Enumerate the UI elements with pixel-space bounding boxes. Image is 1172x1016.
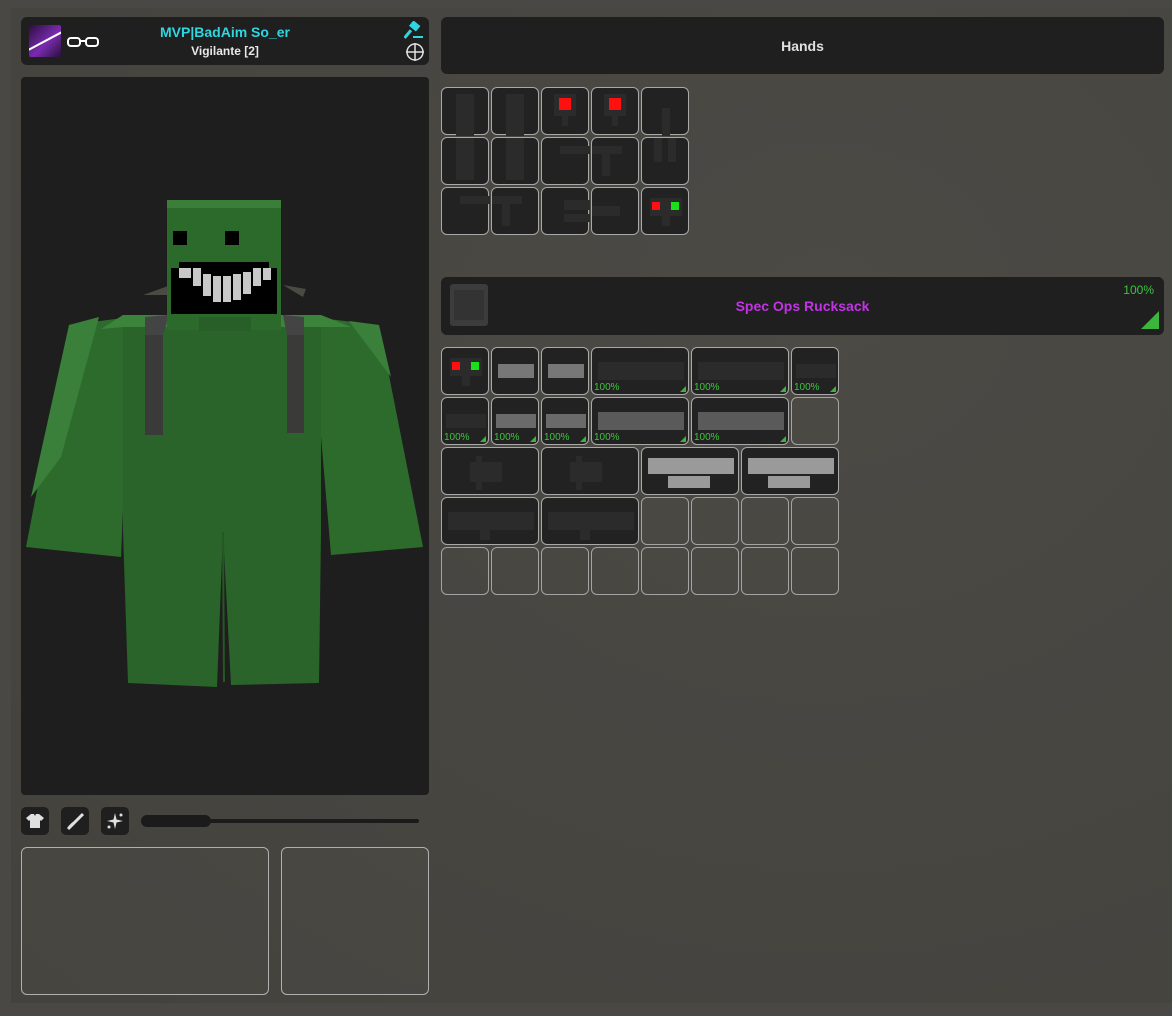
backpack-slot[interactable] bbox=[441, 347, 489, 395]
weapons-button[interactable] bbox=[61, 807, 89, 835]
backpack-slot-empty[interactable] bbox=[641, 497, 689, 545]
hands-label: Hands bbox=[781, 38, 824, 54]
backpack-slot[interactable]: 100% bbox=[541, 397, 589, 445]
backpack-slot-empty[interactable] bbox=[741, 497, 789, 545]
storage-box-right[interactable] bbox=[281, 847, 429, 995]
durability-label: 100% bbox=[694, 382, 720, 393]
backpack-slot-empty[interactable] bbox=[691, 547, 739, 595]
backpack-slot[interactable] bbox=[491, 347, 539, 395]
backpack-slot-empty[interactable] bbox=[441, 547, 489, 595]
backpack-slot[interactable]: 100% bbox=[791, 347, 839, 395]
backpack-durability: 100% bbox=[1123, 283, 1154, 297]
durability-label: 100% bbox=[794, 382, 820, 393]
radio-slot[interactable] bbox=[641, 187, 689, 235]
hands-slot[interactable] bbox=[491, 137, 539, 185]
hands-slot[interactable] bbox=[641, 87, 689, 136]
backpack-slot-empty[interactable] bbox=[591, 547, 639, 595]
backpack-slot[interactable] bbox=[441, 447, 539, 495]
hands-slot[interactable] bbox=[541, 87, 589, 135]
durability-label: 100% bbox=[444, 432, 470, 443]
hands-slot[interactable] bbox=[591, 187, 639, 235]
backpack-slot[interactable]: 100% bbox=[591, 347, 689, 395]
backpack-slot-empty[interactable] bbox=[691, 497, 739, 545]
backpack-slot[interactable]: 100% bbox=[591, 397, 689, 445]
backpack-slot-empty[interactable] bbox=[791, 547, 839, 595]
effects-button[interactable] bbox=[101, 807, 129, 835]
durability-indicator bbox=[1141, 311, 1159, 329]
backpack-slot-empty[interactable] bbox=[541, 547, 589, 595]
backpack-slot-empty[interactable] bbox=[791, 497, 839, 545]
zoom-slider-handle[interactable] bbox=[141, 815, 211, 827]
zoom-slider[interactable] bbox=[141, 815, 419, 827]
hands-slot[interactable] bbox=[541, 137, 590, 185]
backpack-slot-empty[interactable] bbox=[741, 547, 789, 595]
backpack-slot[interactable]: 100% bbox=[691, 347, 789, 395]
backpack-name: Spec Ops Rucksack bbox=[735, 298, 870, 314]
backpack-slot[interactable] bbox=[741, 447, 839, 495]
durability-label: 100% bbox=[594, 432, 620, 443]
sparkle-icon bbox=[107, 813, 123, 829]
hands-slot[interactable] bbox=[541, 187, 590, 235]
backpack-slot[interactable] bbox=[541, 497, 639, 545]
rifle-icon bbox=[66, 812, 85, 831]
hands-panel: Hands bbox=[441, 17, 1164, 74]
durability-label: 100% bbox=[594, 382, 620, 393]
hammer-icon[interactable] bbox=[404, 21, 424, 39]
crosshair-icon[interactable] bbox=[405, 42, 425, 62]
backpack-slot-empty[interactable] bbox=[791, 397, 839, 445]
clothing-button[interactable] bbox=[21, 807, 49, 835]
storage-box-left[interactable] bbox=[21, 847, 269, 995]
player-rank: Vigilante [2] bbox=[191, 44, 259, 58]
hands-slot[interactable] bbox=[491, 87, 539, 136]
durability-label: 100% bbox=[494, 432, 520, 443]
durability-label: 100% bbox=[544, 432, 570, 443]
character-preview[interactable] bbox=[21, 77, 429, 795]
backpack-slot[interactable]: 100% bbox=[441, 397, 489, 445]
player-name: MVP|BadAim So_er bbox=[160, 24, 290, 40]
backpack-slot[interactable] bbox=[441, 497, 539, 545]
hands-slot[interactable] bbox=[441, 87, 489, 136]
hands-slot[interactable] bbox=[591, 87, 639, 135]
backpack-slot[interactable] bbox=[641, 447, 739, 495]
character-model bbox=[26, 200, 423, 687]
backpack-slot-empty[interactable] bbox=[641, 547, 689, 595]
hands-slot[interactable] bbox=[491, 187, 539, 235]
backpack-slot[interactable]: 100% bbox=[491, 397, 539, 445]
backpack-slot[interactable]: 100% bbox=[691, 397, 789, 445]
backpack-slot[interactable] bbox=[541, 447, 639, 495]
hands-slot[interactable] bbox=[591, 137, 639, 185]
durability-label: 100% bbox=[694, 432, 720, 443]
player-header: MVP|BadAim So_er Vigilante [2] bbox=[21, 17, 429, 65]
backpack-slot[interactable] bbox=[541, 347, 589, 395]
hands-slot[interactable] bbox=[441, 187, 490, 235]
backpack-slot-empty[interactable] bbox=[491, 547, 539, 595]
hands-slot[interactable] bbox=[641, 137, 689, 185]
hands-slot[interactable] bbox=[441, 137, 489, 185]
backpack-panel[interactable]: Spec Ops Rucksack 100% bbox=[441, 277, 1164, 335]
shirt-icon bbox=[26, 814, 44, 828]
